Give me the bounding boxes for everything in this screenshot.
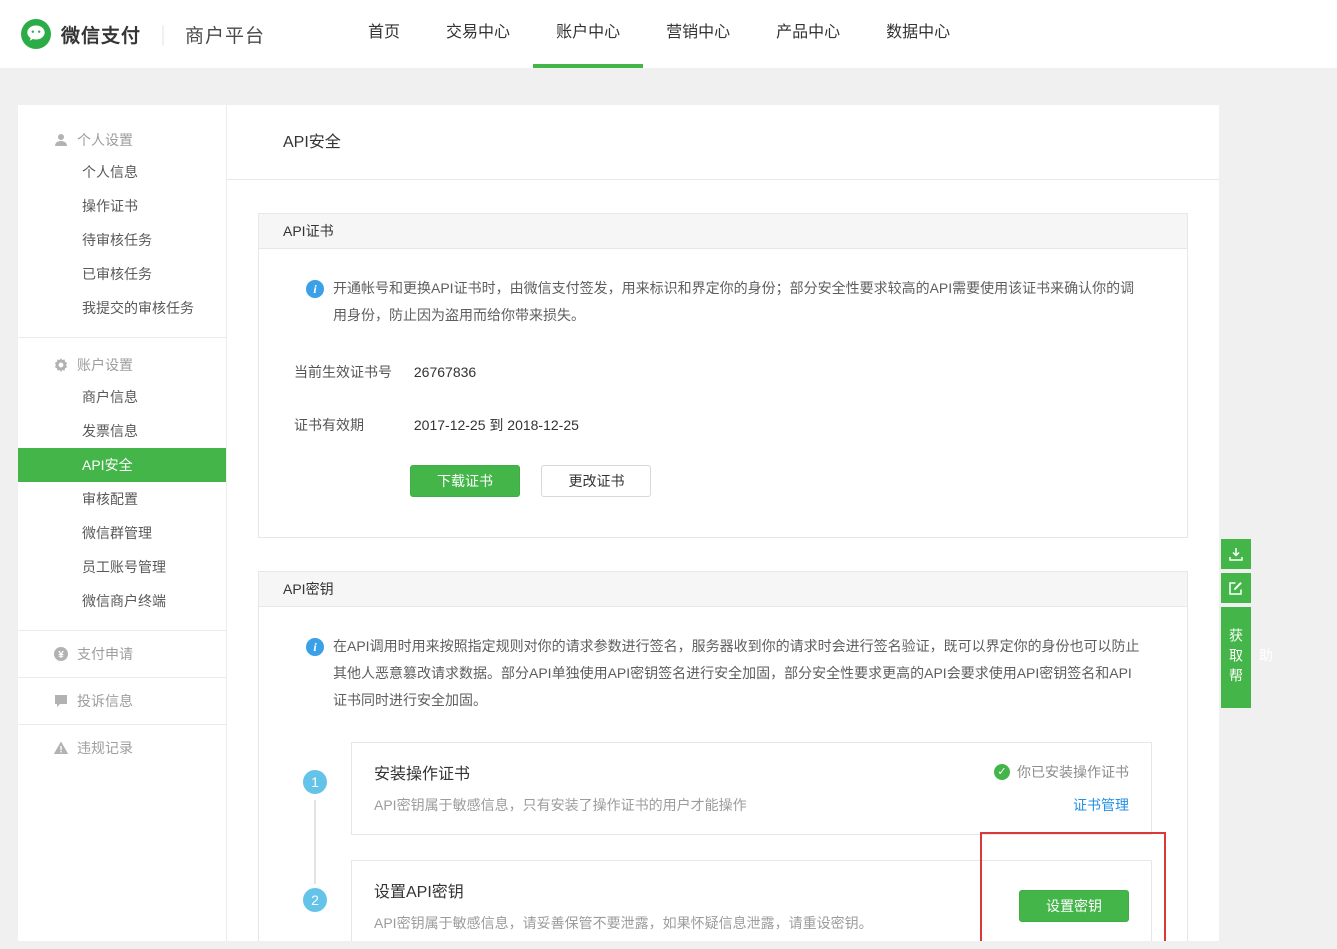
get-help-button[interactable]: 获取帮助	[1221, 607, 1251, 708]
cert-number-row: 当前生效证书号 26767836	[294, 362, 1152, 382]
sidebar-section-label: 违规记录	[77, 738, 133, 758]
check-icon: ✓	[994, 764, 1010, 780]
cert-validity-label: 证书有效期	[294, 415, 410, 435]
info-icon: i	[306, 280, 324, 298]
api-cert-panel-title: API证书	[259, 214, 1187, 249]
api-key-panel-title: API密钥	[259, 572, 1187, 607]
step-2-badge: 2	[303, 888, 327, 912]
sidebar-item-invoice-info[interactable]: 发票信息	[18, 414, 226, 448]
sidebar-item-payment-apply[interactable]: 支付申请	[18, 639, 226, 669]
payment-icon	[52, 646, 69, 663]
sidebar: 个人设置 个人信息 操作证书 待审核任务 已审核任务 我提交的审核任务 账户设置…	[18, 105, 227, 941]
sidebar-section-personal: 个人设置 个人信息 操作证书 待审核任务 已审核任务 我提交的审核任务	[18, 105, 226, 337]
cert-validity-row: 证书有效期 2017-12-25 到 2018-12-25	[294, 415, 1152, 435]
step-2-card: 设置API密钥 API密钥属于敏感信息，请妥善保管不要泄露，如果怀疑信息泄露，请…	[351, 860, 1152, 941]
sidebar-item-reviewed-tasks[interactable]: 已审核任务	[18, 257, 226, 291]
platform-title: 商户平台	[185, 21, 265, 48]
sidebar-section-label: 账户设置	[77, 355, 133, 375]
page-title: API安全	[227, 105, 1219, 180]
nav-item-products[interactable]: 产品中心	[753, 0, 863, 68]
cert-installed-text: 你已安装操作证书	[1017, 762, 1129, 782]
sidebar-item-violation-records[interactable]: 违规记录	[18, 733, 226, 763]
cert-installed-status: ✓ 你已安装操作证书	[994, 762, 1129, 782]
sidebar-item-staff-accounts[interactable]: 员工账号管理	[18, 550, 226, 584]
api-key-panel: API密钥 i 在API调用时用来按照指定规则对你的请求参数进行签名，服务器收到…	[258, 571, 1188, 941]
cert-info-row: i 开通帐号和更换API证书时，由微信支付签发，用来标识和界定你的身份；部分安全…	[294, 275, 1152, 329]
sidebar-section-payment: 支付申请	[18, 630, 226, 677]
cert-number-label: 当前生效证书号	[294, 362, 410, 382]
step-set-api-key: 2 设置API密钥 API密钥属于敏感信息，请妥善保管不要泄露，如果怀疑信息泄露…	[294, 860, 1152, 941]
nav-item-home[interactable]: 首页	[345, 0, 423, 68]
main-content: API安全 API证书 i 开通帐号和更换API证书时，由微信支付签发，用来标识…	[227, 105, 1219, 941]
info-icon: i	[306, 638, 324, 656]
cert-info-text: 开通帐号和更换API证书时，由微信支付签发，用来标识和界定你的身份；部分安全性要…	[333, 275, 1140, 329]
change-cert-button[interactable]: 更改证书	[541, 465, 651, 497]
key-steps: 1 安装操作证书 API密钥属于敏感信息，只有安装了操作证书的用户才能操作 ✓ …	[294, 742, 1152, 941]
nav-item-marketing[interactable]: 营销中心	[643, 0, 753, 68]
sidebar-section-label: 支付申请	[77, 644, 133, 664]
sidebar-item-api-security[interactable]: API安全	[18, 448, 226, 482]
main-nav: 首页 交易中心 账户中心 营销中心 产品中心 数据中心	[345, 0, 973, 68]
user-icon	[52, 132, 69, 149]
nav-item-transactions[interactable]: 交易中心	[423, 0, 533, 68]
cert-number-value: 26767836	[414, 364, 476, 380]
key-info-text: 在API调用时用来按照指定规则对你的请求参数进行签名，服务器收到你的请求时会进行…	[333, 633, 1140, 714]
step-1-badge: 1	[303, 770, 327, 794]
logo-divider: ｜	[153, 20, 173, 49]
step-1-title: 安装操作证书	[374, 760, 747, 784]
sidebar-section-violation: 违规记录	[18, 724, 226, 771]
sidebar-item-review-config[interactable]: 审核配置	[18, 482, 226, 516]
step-2-title: 设置API密钥	[374, 878, 873, 902]
api-cert-panel: API证书 i 开通帐号和更换API证书时，由微信支付签发，用来标识和界定你的身…	[258, 213, 1188, 538]
key-info-row: i 在API调用时用来按照指定规则对你的请求参数进行签名，服务器收到你的请求时会…	[294, 633, 1152, 714]
sidebar-section-account: 账户设置 商户信息 发票信息 API安全 审核配置 微信群管理 员工账号管理 微…	[18, 337, 226, 630]
download-tool-button[interactable]	[1221, 539, 1251, 569]
set-key-button[interactable]: 设置密钥	[1019, 890, 1129, 922]
sidebar-item-my-submitted-tasks[interactable]: 我提交的审核任务	[18, 291, 226, 325]
top-header: 微信支付 ｜ 商户平台 首页 交易中心 账户中心 营销中心 产品中心 数据中心	[0, 0, 1337, 68]
gear-icon	[52, 357, 69, 374]
sidebar-item-complaint-info[interactable]: 投诉信息	[18, 686, 226, 716]
sidebar-section-label: 个人设置	[77, 130, 133, 150]
nav-item-account-center[interactable]: 账户中心	[533, 0, 643, 68]
complaint-icon	[52, 693, 69, 710]
warning-icon	[52, 740, 69, 757]
nav-item-data-center[interactable]: 数据中心	[863, 0, 973, 68]
annotation-highlight-box	[980, 832, 1166, 941]
cert-buttons-row: 下载证书 更改证书	[410, 465, 1152, 497]
sidebar-header-personal-settings: 个人设置	[18, 125, 226, 155]
step-1-card: 安装操作证书 API密钥属于敏感信息，只有安装了操作证书的用户才能操作 ✓ 你已…	[351, 742, 1152, 835]
sidebar-item-wechat-group[interactable]: 微信群管理	[18, 516, 226, 550]
wechat-pay-logo[interactable]: 微信支付 ｜ 商户平台	[20, 18, 265, 50]
step-2-desc: API密钥属于敏感信息，请妥善保管不要泄露，如果怀疑信息泄露，请重设密钥。	[374, 913, 873, 933]
edit-icon	[1228, 580, 1244, 596]
sidebar-section-complaint: 投诉信息	[18, 677, 226, 724]
sidebar-item-personal-info[interactable]: 个人信息	[18, 155, 226, 189]
wechat-logo-icon	[20, 18, 52, 50]
download-icon	[1228, 546, 1244, 562]
sidebar-item-merchant-info[interactable]: 商户信息	[18, 380, 226, 414]
step-1-desc: API密钥属于敏感信息，只有安装了操作证书的用户才能操作	[374, 795, 747, 815]
sidebar-item-merchant-terminal[interactable]: 微信商户终端	[18, 584, 226, 618]
sidebar-item-pending-tasks[interactable]: 待审核任务	[18, 223, 226, 257]
cert-manage-link[interactable]: 证书管理	[1073, 795, 1129, 815]
logo-text: 微信支付	[61, 21, 141, 48]
sidebar-item-operation-cert[interactable]: 操作证书	[18, 189, 226, 223]
download-cert-button[interactable]: 下载证书	[410, 465, 520, 497]
step-install-cert: 1 安装操作证书 API密钥属于敏感信息，只有安装了操作证书的用户才能操作 ✓ …	[294, 742, 1152, 835]
sidebar-header-account-settings: 账户设置	[18, 350, 226, 380]
feedback-tool-button[interactable]	[1221, 573, 1251, 603]
cert-validity-value: 2017-12-25 到 2018-12-25	[414, 417, 579, 433]
sidebar-section-label: 投诉信息	[77, 691, 133, 711]
floating-toolbar: 获取帮助	[1221, 539, 1251, 708]
